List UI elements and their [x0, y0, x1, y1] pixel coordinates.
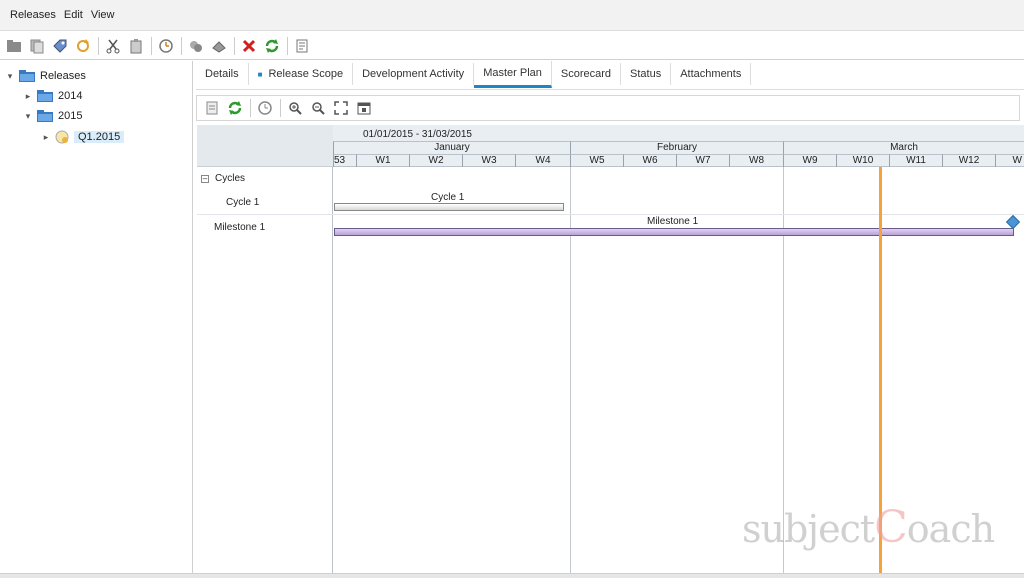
menu-view[interactable]: View — [91, 9, 115, 21]
row-separator — [197, 214, 1024, 215]
tree-item-q1-2015[interactable]: ▸ Q1.2015 — [40, 127, 125, 147]
week-w3: W3 — [462, 154, 515, 167]
tab-status[interactable]: Status — [621, 63, 672, 85]
week-w9: W9 — [783, 154, 836, 167]
milestone-diamond-icon[interactable] — [1005, 214, 1021, 230]
bullet-icon: ■ — [257, 69, 263, 79]
clock-icon[interactable] — [256, 99, 274, 117]
gantt-timeline-header: 01/01/2015 - 31/03/2015 January February… — [333, 125, 1024, 167]
zoom-out-icon[interactable] — [309, 99, 327, 117]
cycle-bar-label: Cycle 1 — [431, 192, 465, 203]
tag-icon[interactable] — [51, 37, 69, 55]
date-range-label: 01/01/2015 - 31/03/2015 — [363, 129, 472, 140]
row-label-cycle-1: Cycle 1 — [226, 197, 260, 208]
menu-bar: Releases Edit View — [0, 0, 1024, 31]
week-w5: W5 — [570, 154, 623, 167]
week-53: 53 — [333, 154, 356, 167]
main-toolbar — [0, 32, 1024, 60]
notes-icon[interactable] — [203, 99, 221, 117]
fit-to-screen-icon[interactable] — [332, 99, 350, 117]
week-w7: W7 — [676, 154, 729, 167]
release-tree: ▾ Releases ▸ 2014 ▾ 2015 ▸ Q1.2015 — [0, 61, 193, 573]
folder-icon — [19, 70, 35, 82]
milestone-bar-label: Milestone 1 — [647, 216, 699, 227]
tree-item-releases[interactable]: ▾ Releases — [4, 66, 86, 86]
paste-icon[interactable] — [127, 37, 145, 55]
tree-label-q1-2015: Q1.2015 — [74, 131, 125, 143]
collapse-arrow-icon[interactable]: ▸ — [22, 91, 34, 102]
cut-icon[interactable] — [104, 37, 122, 55]
refresh-icon[interactable] — [226, 99, 244, 117]
expand-arrow-icon[interactable]: ▾ — [4, 71, 16, 82]
calendar-icon[interactable] — [355, 99, 373, 117]
tab-release-scope-label: Release Scope — [268, 68, 344, 80]
folder-icon — [37, 90, 53, 102]
master-plan-toolbar — [196, 95, 1020, 121]
zoom-in-icon[interactable] — [286, 99, 304, 117]
eraser-icon[interactable] — [210, 37, 228, 55]
week-w13: W — [995, 154, 1024, 167]
refresh-icon[interactable] — [263, 37, 281, 55]
tab-master-plan[interactable]: Master Plan — [474, 61, 552, 88]
menu-releases[interactable]: Releases — [10, 9, 56, 21]
delete-icon[interactable] — [240, 37, 258, 55]
cycles-group[interactable]: – Cycles — [201, 173, 245, 184]
copy-icon[interactable] — [28, 37, 46, 55]
week-w6: W6 — [623, 154, 676, 167]
milestone-1-bar[interactable] — [334, 228, 1014, 236]
cycle-1-bar[interactable] — [334, 203, 564, 211]
tree-item-2015[interactable]: ▾ 2015 — [22, 106, 82, 126]
release-clock-icon — [55, 130, 69, 144]
week-w2: W2 — [409, 154, 462, 167]
notes-icon[interactable] — [293, 37, 311, 55]
clock-icon[interactable] — [157, 37, 175, 55]
folder-icon — [37, 110, 53, 122]
week-w11: W11 — [889, 154, 942, 167]
tree-label-releases: Releases — [40, 70, 86, 82]
tree-item-2014[interactable]: ▸ 2014 — [22, 86, 82, 106]
collapse-box-icon[interactable]: – — [201, 175, 209, 183]
week-w8: W8 — [729, 154, 783, 167]
new-folder-icon[interactable] — [5, 37, 23, 55]
menu-edit[interactable]: Edit — [64, 9, 83, 21]
tab-details[interactable]: Details — [196, 63, 249, 85]
status-bar — [0, 573, 1024, 578]
cycles-group-label: Cycles — [215, 173, 246, 184]
tab-scorecard[interactable]: Scorecard — [552, 63, 622, 85]
refresh-small-icon[interactable] — [74, 37, 92, 55]
tree-label-2014: 2014 — [58, 90, 83, 102]
collapse-arrow-icon[interactable]: ▸ — [40, 132, 52, 143]
week-w10: W10 — [836, 154, 889, 167]
week-w1: W1 — [356, 154, 409, 167]
watermark-logo: subjectCoach — [742, 502, 995, 553]
tab-bar: Details ■ Release Scope Development Activ… — [196, 61, 1024, 90]
week-w12: W12 — [942, 154, 995, 167]
tab-development-activity[interactable]: Development Activity — [353, 63, 475, 85]
week-w4: W4 — [515, 154, 570, 167]
gantt-left-header — [197, 125, 333, 167]
group-icon[interactable] — [187, 37, 205, 55]
month-march: March — [783, 141, 1024, 154]
tree-label-2015: 2015 — [58, 110, 83, 122]
expand-arrow-icon[interactable]: ▾ — [22, 111, 34, 122]
month-january: January — [333, 141, 570, 154]
tab-release-scope[interactable]: ■ Release Scope — [249, 63, 354, 85]
row-label-milestone-1: Milestone 1 — [214, 222, 266, 233]
tab-attachments[interactable]: Attachments — [671, 63, 752, 85]
month-february: February — [570, 141, 783, 154]
